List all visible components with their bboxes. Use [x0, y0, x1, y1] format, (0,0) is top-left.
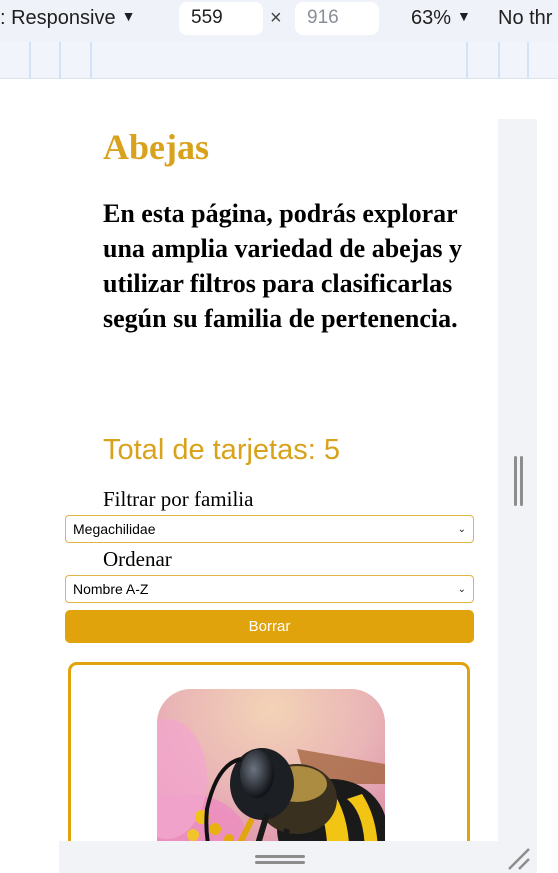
throttling-selector[interactable]: No thr: [498, 7, 552, 30]
caret-down-icon: ▼: [457, 8, 471, 24]
filter-family-label: Filtrar por familia: [103, 487, 254, 511]
caret-down-icon: ▼: [121, 8, 136, 24]
intro-text: En esta página, podrás explorar una ampl…: [103, 199, 462, 333]
filter-family-select[interactable]: Megachilidae ⌄: [65, 515, 474, 543]
chevron-down-icon: ⌄: [457, 523, 466, 535]
sort-label: Ordenar: [103, 547, 172, 571]
ruler-marker[interactable]: [90, 42, 92, 78]
times-sign: ×: [270, 7, 282, 29]
ruler-marker[interactable]: [29, 42, 31, 78]
sort-value: Nombre A-Z: [73, 581, 149, 597]
emulated-viewport: Abejas En esta página, podrás explorar u…: [0, 80, 537, 841]
resize-height-handle[interactable]: [255, 855, 305, 864]
resize-width-handle[interactable]: [514, 456, 523, 506]
sort-select[interactable]: Nombre A-Z ⌄: [65, 575, 474, 603]
bee-card[interactable]: [68, 662, 470, 841]
filter-family-value: Megachilidae: [73, 521, 156, 537]
bee-image: [157, 689, 385, 841]
device-label: : Responsive: [0, 7, 116, 29]
width-input[interactable]: 559: [179, 2, 263, 35]
ruler-marker[interactable]: [59, 42, 61, 78]
zoom-selector[interactable]: 63% ▼: [411, 7, 471, 30]
resize-grip-icon[interactable]: [505, 845, 533, 873]
ruler-marker[interactable]: [527, 42, 529, 78]
page-title: Abejas: [103, 127, 209, 167]
device-toolbar: : Responsive ▼ 559 × 916 63% ▼ No thr: [0, 0, 558, 42]
zoom-value: 63%: [411, 7, 452, 29]
clear-button[interactable]: Borrar: [65, 610, 474, 643]
chevron-down-icon: ⌄: [457, 583, 466, 595]
ruler-marker[interactable]: [466, 42, 468, 78]
ruler-marker[interactable]: [498, 42, 500, 78]
device-selector[interactable]: : Responsive ▼: [0, 7, 135, 30]
total-cards-count: Total de tarjetas: 5: [103, 434, 340, 466]
height-input[interactable]: 916: [295, 2, 379, 35]
media-query-ruler: [0, 42, 558, 79]
